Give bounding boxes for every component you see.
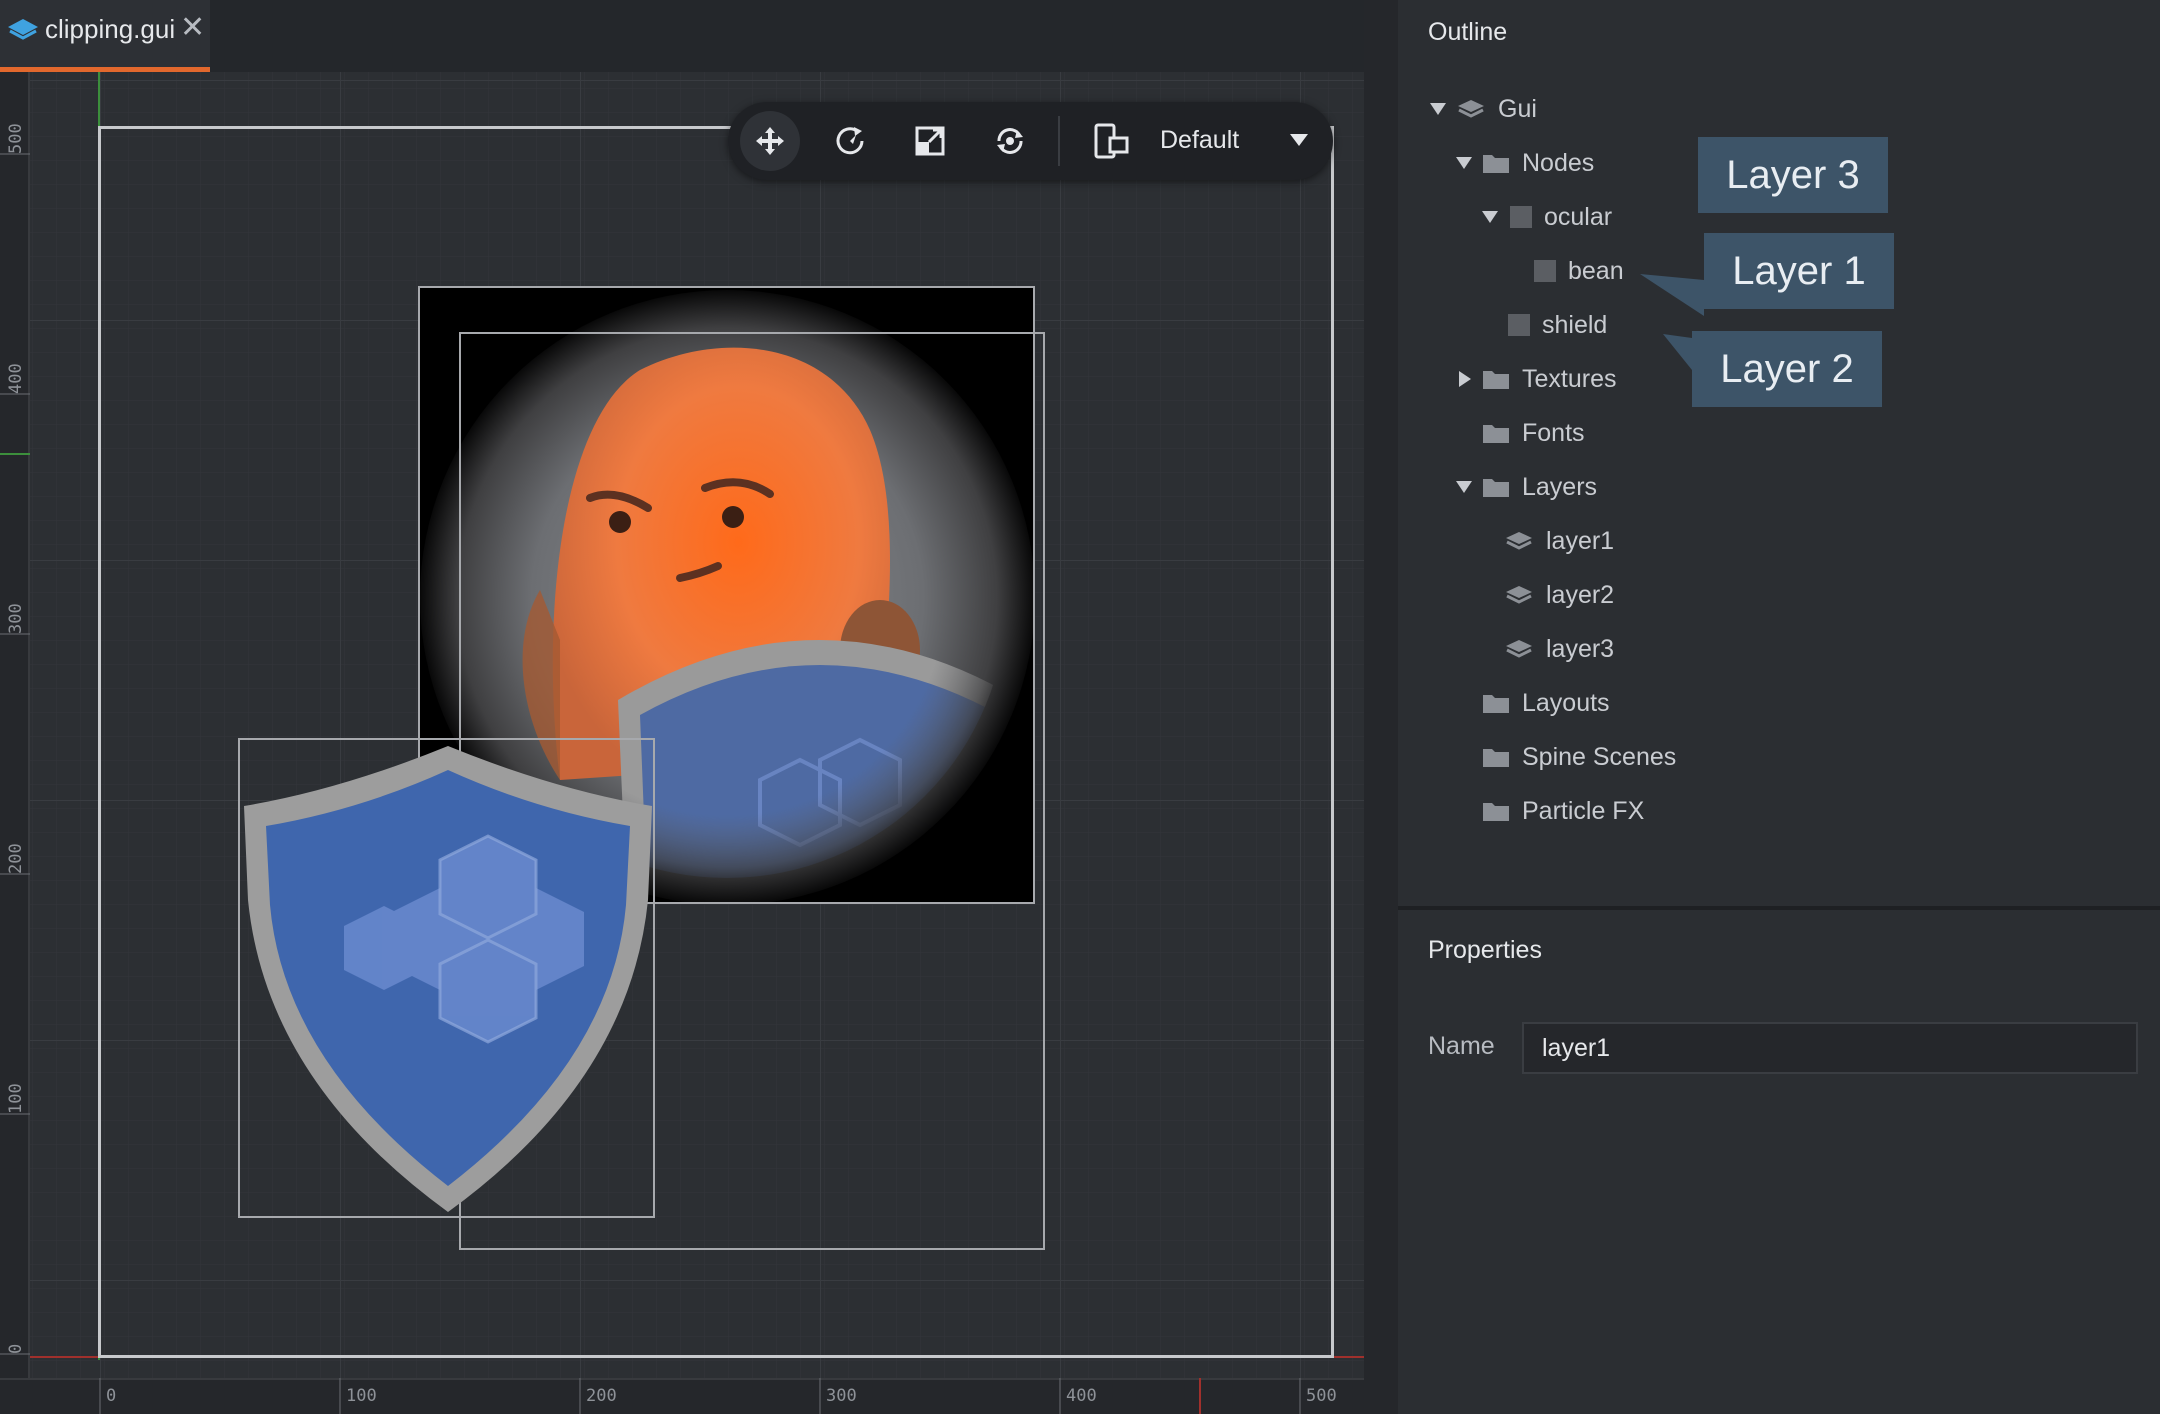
move-icon [756, 127, 784, 155]
reset-tool-button[interactable] [980, 111, 1040, 171]
tree-item-label: layer3 [1546, 634, 1615, 663]
name-label: Name [1428, 1032, 1495, 1060]
tree-item-layer2[interactable]: layer2 [1504, 575, 1614, 615]
chevron-down-icon[interactable] [1288, 130, 1310, 150]
layer-callout-bean: Layer 1 [1704, 233, 1894, 309]
name-field[interactable] [1522, 1022, 2138, 1074]
caret-down-icon[interactable] [1428, 99, 1448, 119]
layer-icon [1506, 586, 1532, 604]
folder-icon [1483, 749, 1509, 767]
scale-tool-button[interactable] [900, 111, 960, 171]
device-layout-icon [1094, 123, 1129, 159]
tree-item-label: Spine Scenes [1522, 742, 1677, 771]
toolbar-separator [1058, 116, 1060, 166]
rotate-icon [836, 127, 864, 155]
layout-selector[interactable]: Default [1160, 126, 1239, 155]
tree-item-layer3[interactable]: layer3 [1504, 629, 1614, 669]
layer-callout-ocular: Layer 3 [1698, 137, 1888, 213]
shield-node[interactable] [0, 0, 1364, 1414]
tree-item-layouts[interactable]: Layouts [1482, 683, 1610, 723]
tree-item-label: layer2 [1546, 580, 1615, 609]
properties-panel: Properties Name [1398, 910, 2160, 1414]
sidebar: Outline Gui Nodes ocular bean shield Tex… [1398, 0, 2160, 1414]
outline-title: Outline [1428, 18, 1508, 46]
tree-item-label: Particle FX [1522, 796, 1645, 825]
scene-editor: clipping.gui ✕ 500 400 300 200 100 0 0 1… [0, 0, 1398, 1414]
tree-item-label: Layouts [1522, 688, 1610, 717]
folder-icon [1483, 803, 1509, 821]
scale-icon [915, 126, 945, 156]
scene-toolbar: Default [728, 102, 1333, 180]
panel-splitter[interactable] [1364, 0, 1398, 1414]
tree-item-particle-fx[interactable]: Particle FX [1482, 791, 1644, 831]
rotate-tool-button[interactable] [820, 111, 880, 171]
layer-callout-shield: Layer 2 [1692, 331, 1882, 407]
tree-item-spine-scenes[interactable]: Spine Scenes [1482, 737, 1676, 777]
folder-icon [1483, 695, 1509, 713]
gui-icon [1458, 100, 1484, 118]
move-tool-button[interactable] [740, 111, 800, 171]
outline-panel: Outline Gui Nodes ocular bean shield Tex… [1398, 0, 2160, 908]
refresh-icon [997, 128, 1023, 154]
scene-content [0, 0, 1364, 1414]
layer-icon [1506, 640, 1532, 658]
properties-title: Properties [1428, 936, 1542, 964]
